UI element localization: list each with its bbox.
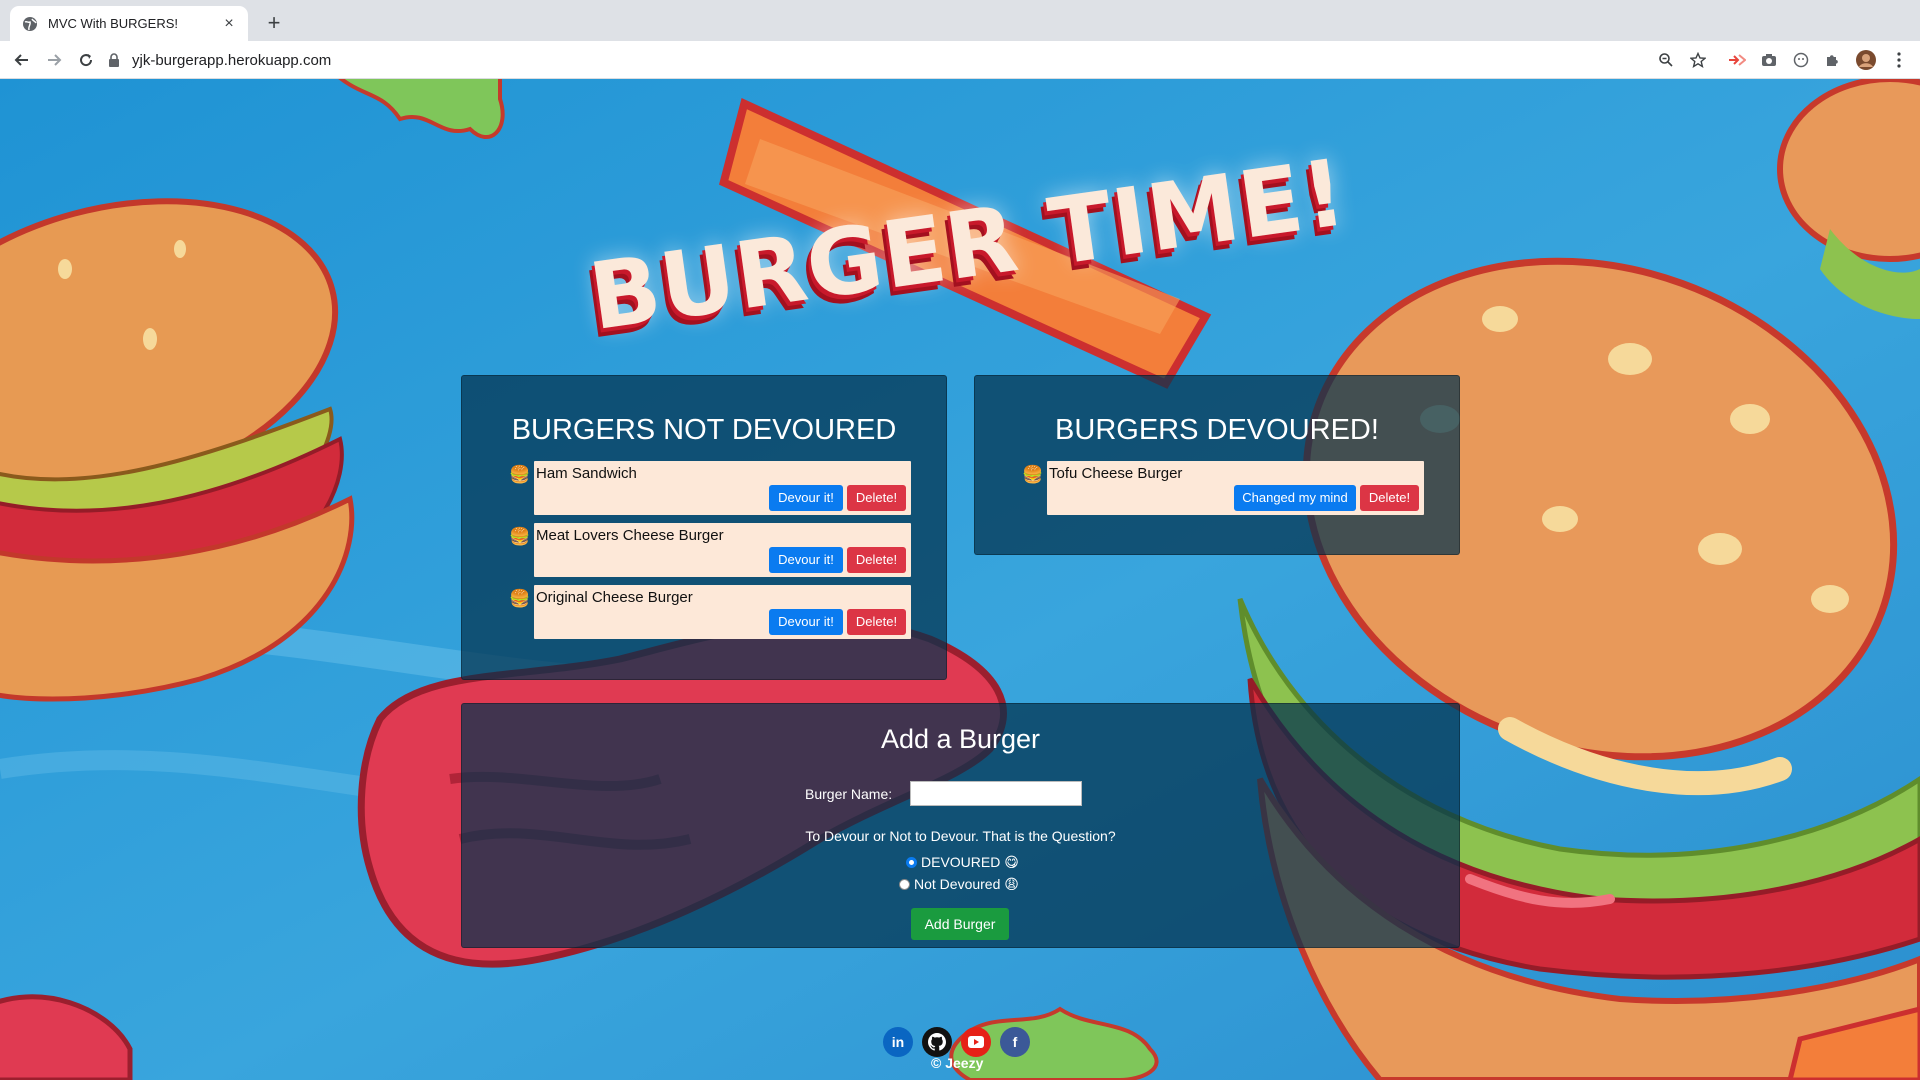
devoured-radio[interactable] bbox=[906, 857, 917, 868]
burger-name: Original Cheese Burger bbox=[536, 589, 693, 606]
add-burger-panel: Add a Burger Burger Name: To Devour or N… bbox=[461, 703, 1460, 948]
burger-emoji-icon: 🍔 bbox=[509, 465, 531, 484]
youtube-icon[interactable] bbox=[961, 1027, 991, 1057]
back-icon[interactable] bbox=[11, 49, 33, 71]
burger-card: Ham Sandwich Devour it! Delete! bbox=[534, 461, 911, 515]
burger-name-label: Burger Name: bbox=[805, 786, 893, 802]
linkedin-icon[interactable]: in bbox=[883, 1027, 913, 1057]
devour-button[interactable]: Devour it! bbox=[769, 547, 843, 573]
devour-button[interactable]: Devour it! bbox=[769, 609, 843, 635]
burger-name: Tofu Cheese Burger bbox=[1049, 465, 1183, 482]
burger-emoji-icon: 🍔 bbox=[509, 527, 531, 546]
delete-button[interactable]: Delete! bbox=[1360, 485, 1419, 511]
devour-button[interactable]: Devour it! bbox=[769, 485, 843, 511]
puzzle-extensions-icon[interactable] bbox=[1823, 50, 1843, 70]
browser-menu-icon[interactable] bbox=[1889, 50, 1909, 70]
burger-card: Tofu Cheese Burger Changed my mind Delet… bbox=[1047, 461, 1424, 515]
address-bar[interactable]: yjk-burgerapp.herokuapp.com bbox=[108, 45, 1668, 75]
not-devoured-title: BURGERS NOT DEVOURED bbox=[511, 414, 897, 446]
devoured-title: BURGERS DEVOURED! bbox=[1055, 414, 1379, 446]
devoured-panel: BURGERS DEVOURED! 🍔 Tofu Cheese Burger C… bbox=[974, 375, 1460, 555]
burger-name-input[interactable] bbox=[910, 781, 1082, 806]
burger-row: 🍔 Tofu Cheese Burger Changed my mind Del… bbox=[1022, 461, 1506, 515]
facebook-icon[interactable]: f bbox=[1000, 1027, 1030, 1057]
camera-icon[interactable] bbox=[1759, 50, 1779, 70]
delete-button[interactable]: Delete! bbox=[847, 609, 906, 635]
burger-name: Meat Lovers Cheese Burger bbox=[536, 527, 724, 544]
burger-row: 🍔 Meat Lovers Cheese Burger Devour it! D… bbox=[509, 523, 993, 577]
globe-icon bbox=[22, 16, 38, 32]
extension-share-icon[interactable] bbox=[1727, 50, 1747, 70]
devour-question: To Devour or Not to Devour. That is the … bbox=[805, 828, 1116, 844]
burger-card: Original Cheese Burger Devour it! Delete… bbox=[534, 585, 911, 639]
tab-title: MVC With BURGERS! bbox=[48, 16, 179, 31]
close-tab-icon[interactable]: × bbox=[220, 15, 238, 32]
browser-toolbar: yjk-burgerapp.herokuapp.com bbox=[0, 41, 1920, 79]
new-tab-button[interactable]: + bbox=[260, 9, 288, 37]
not-devoured-radio-label: Not Devoured 😩 bbox=[914, 876, 1019, 892]
browser-tab-bar: MVC With BURGERS! × + bbox=[0, 0, 1920, 41]
lock-icon bbox=[108, 53, 122, 67]
add-burger-button[interactable]: Add Burger bbox=[911, 908, 1009, 940]
burger-row: 🍔 Original Cheese Burger Devour it! Dele… bbox=[509, 585, 993, 639]
delete-button[interactable]: Delete! bbox=[847, 547, 906, 573]
page-viewport: BURGER TIME! BURGERS NOT DEVOURED 🍔 Ham … bbox=[0, 79, 1920, 1080]
burger-emoji-icon: 🍔 bbox=[1022, 465, 1044, 484]
add-burger-title: Add a Burger bbox=[880, 724, 1041, 754]
github-icon[interactable] bbox=[922, 1027, 952, 1057]
burger-name: Ham Sandwich bbox=[536, 465, 637, 482]
browser-tab[interactable]: MVC With BURGERS! × bbox=[10, 6, 248, 41]
extension-circle-icon[interactable] bbox=[1791, 50, 1811, 70]
changed-my-mind-button[interactable]: Changed my mind bbox=[1234, 485, 1356, 511]
not-devoured-panel: BURGERS NOT DEVOURED 🍔 Ham Sandwich Devo… bbox=[461, 375, 947, 680]
url-text: yjk-burgerapp.herokuapp.com bbox=[132, 51, 332, 69]
forward-icon[interactable] bbox=[43, 49, 65, 71]
delete-button[interactable]: Delete! bbox=[847, 485, 906, 511]
not-devoured-radio[interactable] bbox=[899, 879, 910, 890]
devoured-radio-label: DEVOURED 😋 bbox=[921, 854, 1019, 870]
bookmark-star-icon[interactable] bbox=[1688, 50, 1708, 70]
burger-card: Meat Lovers Cheese Burger Devour it! Del… bbox=[534, 523, 911, 577]
burger-row: 🍔 Ham Sandwich Devour it! Delete! bbox=[509, 461, 993, 515]
zoom-icon[interactable] bbox=[1656, 50, 1676, 70]
burger-emoji-icon: 🍔 bbox=[509, 589, 531, 608]
copyright-text: © Jeezy bbox=[931, 1055, 984, 1071]
reload-icon[interactable] bbox=[75, 49, 97, 71]
profile-avatar[interactable] bbox=[1856, 50, 1876, 70]
